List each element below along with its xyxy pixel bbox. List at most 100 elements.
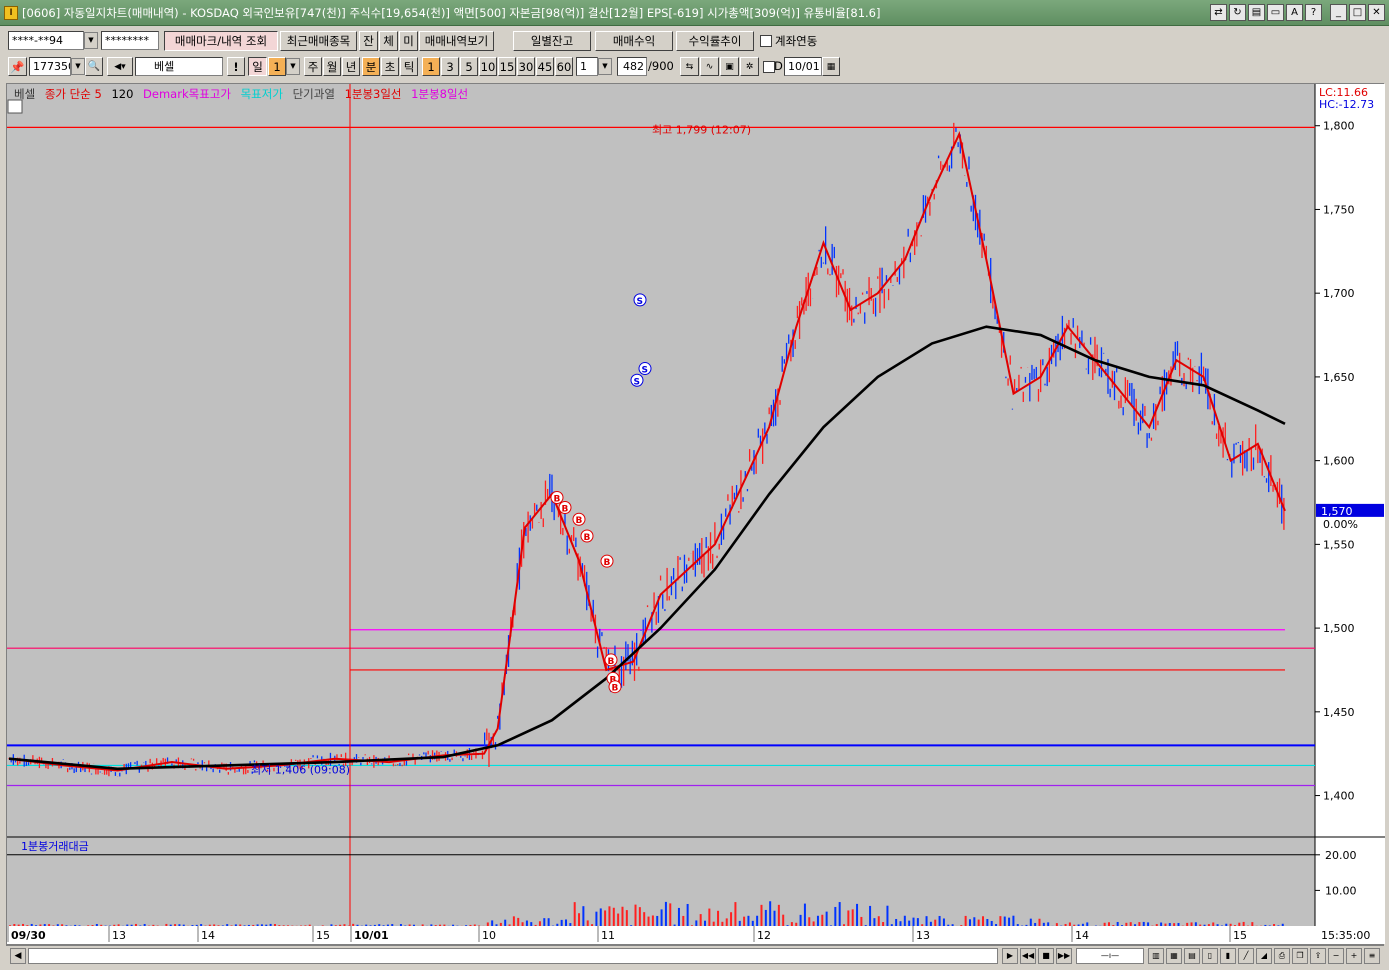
day-count-field[interactable]: 1 [268, 57, 286, 76]
nav-right-icon[interactable]: ▶ [1002, 948, 1018, 964]
refresh-icon[interactable]: ↻ [1229, 4, 1246, 21]
minimize-icon[interactable]: _ [1330, 4, 1347, 21]
account-dropdown-icon[interactable]: ▼ [84, 32, 98, 49]
candle-icon[interactable]: ▮ [1220, 948, 1236, 964]
line-icon[interactable]: ╱ [1238, 948, 1254, 964]
interval-input[interactable]: 1 [576, 57, 598, 76]
volume-bar [43, 924, 46, 926]
nav-stop-icon[interactable]: ■ [1038, 948, 1054, 964]
stock-code-input[interactable]: 177350 [29, 57, 71, 76]
menu-icon[interactable]: ≡ [1364, 948, 1380, 964]
pin-icon[interactable]: 📌 [8, 57, 27, 76]
bar-icon[interactable]: ▯ [1202, 948, 1218, 964]
trade-history-button[interactable]: 매매내역보기 [419, 31, 494, 51]
volume-bar [165, 923, 168, 926]
help-icon[interactable]: ? [1305, 4, 1322, 21]
account-input[interactable]: ****-**94 [8, 31, 84, 50]
maximize-icon[interactable]: □ [1349, 4, 1366, 21]
volume-bar [769, 901, 772, 926]
daily-balance-button[interactable]: 일별잔고 [513, 31, 591, 51]
calendar-icon[interactable]: ▦ [822, 57, 840, 76]
volume-bar [686, 903, 689, 926]
interval-dropdown-icon[interactable]: ▼ [598, 58, 612, 75]
executed-button[interactable]: 체 [379, 31, 398, 51]
zoom-slider[interactable]: —ı— [1076, 948, 1144, 964]
interval-10-button[interactable]: 10 [479, 57, 497, 76]
window-icon[interactable]: ▭ [1267, 4, 1284, 21]
print-icon[interactable]: ▤ [1248, 4, 1265, 21]
chart-svg[interactable]: 1,800 1,750 1,700 1,650 1,600 1,550 1,500 1,450… [7, 84, 1385, 946]
volume-bar [412, 924, 415, 926]
save-icon[interactable]: ▣ [720, 57, 739, 76]
code-dropdown-icon[interactable]: ▼ [71, 58, 85, 75]
font-icon[interactable]: A [1286, 4, 1303, 21]
low-annotation: 최저 1,406 (09:08) [251, 764, 350, 777]
link-icon[interactable]: ⇄ [1210, 4, 1227, 21]
volume-bar [369, 925, 372, 926]
period-day-button[interactable]: 일 [248, 57, 267, 76]
buy-mark-label: B [576, 516, 583, 526]
minus-icon[interactable]: − [1328, 948, 1344, 964]
unexecuted-button[interactable]: 미 [399, 31, 418, 51]
zoom-in-icon[interactable]: ▦ [1166, 948, 1182, 964]
period-minute-button[interactable]: 분 [362, 57, 380, 76]
nav-forward-icon[interactable]: ▶▶ [1056, 948, 1072, 964]
volume-bar [1047, 922, 1050, 926]
recent-stocks-button[interactable]: 최근매매종목 [280, 31, 357, 51]
interval-30-button[interactable]: 30 [517, 57, 535, 76]
account-link-checkbox[interactable] [760, 35, 772, 47]
profit-rate-button[interactable]: 수익률추이 [676, 31, 754, 51]
area-icon[interactable]: ◢ [1256, 948, 1272, 964]
volume-bar [560, 919, 563, 926]
scroll-left-icon[interactable]: ◀ [10, 948, 26, 964]
interval-60-button[interactable]: 60 [555, 57, 573, 76]
interval-15-button[interactable]: 15 [498, 57, 516, 76]
day-dropdown-icon[interactable]: ▼ [286, 58, 300, 75]
close-icon[interactable]: ✕ [1368, 4, 1385, 21]
volume-bar [1012, 915, 1015, 926]
search-icon[interactable]: 🔍 [85, 57, 103, 76]
chart-area[interactable]: 1,800 1,750 1,700 1,650 1,600 1,550 1,500 1,450… [6, 83, 1385, 946]
period-week-button[interactable]: 주 [304, 57, 322, 76]
period-tick-button[interactable]: 틱 [400, 57, 418, 76]
period-month-button[interactable]: 월 [323, 57, 341, 76]
x-tick-label: 15 [1233, 929, 1247, 942]
plus-icon[interactable]: + [1346, 948, 1362, 964]
interval-3-button[interactable]: 3 [441, 57, 459, 76]
settings-icon[interactable]: ✲ [740, 57, 759, 76]
export-icon[interactable]: ⇪ [1310, 948, 1326, 964]
nav-back-icon[interactable]: ◀◀ [1020, 948, 1036, 964]
alert-icon[interactable]: ! [227, 57, 245, 76]
volume-bar [699, 914, 702, 926]
horizontal-scrollbar[interactable] [28, 948, 998, 964]
volume-bar [1229, 923, 1232, 926]
trade-profit-button[interactable]: 매매수익 [595, 31, 673, 51]
period-year-button[interactable]: 년 [342, 57, 360, 76]
grid-icon[interactable]: ▤ [1184, 948, 1200, 964]
zoom-out-icon[interactable]: ▥ [1148, 948, 1164, 964]
date-input[interactable]: 10/01 [784, 57, 822, 76]
interval-5-button[interactable]: 5 [460, 57, 478, 76]
volume-bar [213, 924, 216, 926]
interval-1-button[interactable]: 1 [422, 57, 440, 76]
password-input[interactable]: ******** [101, 31, 159, 50]
interval-45-button[interactable]: 45 [536, 57, 554, 76]
volume-bar [273, 924, 276, 926]
period-second-button[interactable]: 초 [381, 57, 399, 76]
print-chart-icon[interactable]: ⎙ [1274, 948, 1290, 964]
speaker-icon[interactable]: ◀▾ [107, 57, 133, 76]
x-tick-label: 12 [757, 929, 771, 942]
volume-bar [834, 906, 837, 926]
volume-bar [252, 924, 255, 926]
volume-bar [304, 925, 307, 926]
volume-bar [1055, 923, 1058, 926]
transfer-icon[interactable]: ⇆ [680, 57, 699, 76]
balance-button[interactable]: 잔 [359, 31, 378, 51]
display-count-input[interactable]: 482 [617, 57, 647, 76]
stock-name-field[interactable]: 베셀 [135, 57, 223, 76]
view-marks-button[interactable]: 매매마크/내역 조회 [164, 31, 278, 51]
volume-bar [977, 919, 980, 926]
indicator-icon[interactable]: ∿ [700, 57, 719, 76]
x-tick-label: 15 [316, 929, 330, 942]
copy-icon[interactable]: ❐ [1292, 948, 1308, 964]
